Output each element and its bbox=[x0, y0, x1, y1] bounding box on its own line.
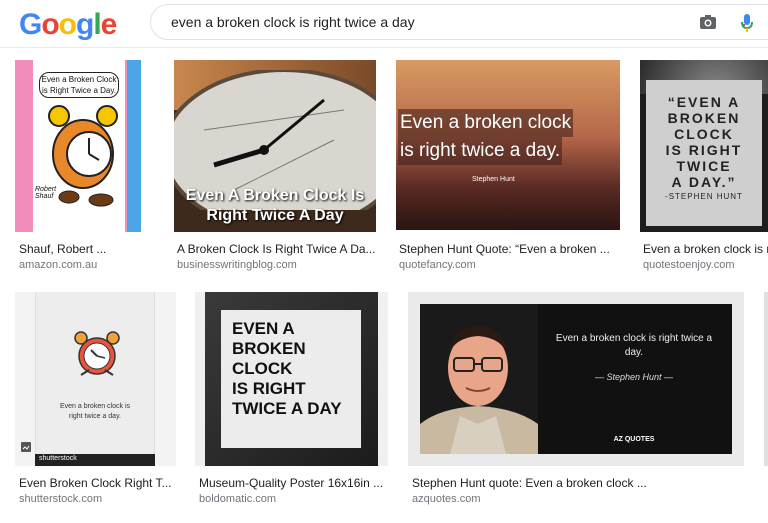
image-quote-line: EVEN A bbox=[232, 319, 295, 338]
image-quote-line: Even a broken clock is bbox=[59, 403, 131, 410]
azquotes-logo: AZ QUOTES bbox=[613, 436, 655, 443]
result-thumbnail[interactable]: Even a broken clock is right twice a day… bbox=[15, 292, 176, 466]
image-quote-line: IS RIGHT bbox=[665, 142, 743, 158]
speech-bubble: Even a Broken Clock is Right Twice a Day… bbox=[39, 72, 119, 98]
image-quote-line: right twice a day. bbox=[68, 413, 121, 420]
image-caption-text: “EVEN A BROKEN CLOCK IS RIGHT TWICE A DA… bbox=[650, 94, 758, 190]
search-box[interactable]: even a broken clock is right twice a day bbox=[150, 4, 768, 40]
result-source[interactable]: amazon.com.au bbox=[19, 259, 149, 271]
result-title[interactable]: A Broken Clock Is Right Twice A Da... bbox=[177, 242, 375, 256]
image-quote-line: Even a broken clock bbox=[398, 109, 574, 137]
result-thumbnail[interactable]: Even a broken clock is right twice a day… bbox=[408, 292, 744, 466]
result-title[interactable]: Shauf, Robert ... bbox=[19, 242, 149, 256]
result-source[interactable]: quotefancy.com bbox=[399, 259, 621, 271]
image-caption-text: Even a broken clock is right twice a day… bbox=[544, 332, 724, 360]
image-caption-text: EVEN A BROKEN CLOCK IS RIGHT TWICE A DAY bbox=[232, 319, 356, 419]
result-source[interactable]: azquotes.com bbox=[412, 493, 742, 505]
image-quote-line: TWICE A DAY bbox=[232, 399, 342, 418]
image-quote-line: is right twice a day. bbox=[398, 137, 563, 165]
result-title[interactable]: Even a broken clock is r bbox=[643, 242, 768, 256]
search-input[interactable]: even a broken clock is right twice a day bbox=[171, 14, 415, 30]
image-signature: Stephen Hunt bbox=[472, 176, 515, 183]
logo-letter: e bbox=[100, 8, 118, 41]
result-thumbnail[interactable]: Even a Broken Clock is Right Twice a Day… bbox=[15, 60, 141, 232]
image-quote-line: is Right Twice a Day. bbox=[42, 86, 116, 95]
logo-letter: l bbox=[93, 8, 101, 41]
result-source[interactable]: quotestoenjoy.com bbox=[643, 259, 768, 271]
result-title[interactable]: Stephen Hunt Quote: “Even a broken ... bbox=[399, 242, 621, 256]
result-thumbnail[interactable]: Even A Broken Clock Is Right Twice A Day bbox=[174, 60, 376, 232]
logo-letter: g bbox=[76, 8, 94, 41]
result-source[interactable]: boldomatic.com bbox=[199, 493, 389, 505]
result-title[interactable]: Museum-Quality Poster 16x16in ... bbox=[199, 476, 389, 490]
image-quote-line: CLOCK bbox=[674, 126, 734, 142]
image-quote-line: TWICE bbox=[676, 158, 732, 174]
image-caption-text: Even a broken clock is right twice a day… bbox=[398, 109, 598, 165]
image-signature: — Stephen Hunt — bbox=[594, 372, 674, 382]
image-signature: -STEPHEN HUNT bbox=[665, 192, 743, 201]
image-caption-text: Even a broken clock is right twice a day… bbox=[39, 402, 151, 422]
image-quote-line: IS RIGHT bbox=[232, 379, 306, 398]
result-source[interactable]: businesswritingblog.com bbox=[177, 259, 375, 271]
alarm-clock-icon bbox=[74, 331, 120, 376]
poster-side bbox=[127, 60, 141, 232]
image-signature: Robert Shauf bbox=[35, 186, 57, 200]
image-caption-text: Even A Broken Clock Is Right Twice A Day bbox=[174, 186, 376, 226]
image-quote-line: “EVEN A bbox=[667, 94, 741, 110]
result-thumbnail[interactable]: EVEN A BROKEN CLOCK IS RIGHT TWICE A DAY bbox=[195, 292, 388, 466]
image-quote-line: Even A Broken Clock Is bbox=[185, 187, 365, 204]
image-quote-line: day. bbox=[624, 347, 644, 358]
result-source[interactable]: shutterstock.com bbox=[19, 493, 179, 505]
image-quote-line: Even a Broken Clock bbox=[41, 75, 117, 84]
portrait-photo bbox=[420, 304, 538, 454]
image-quote-line: BROKEN bbox=[667, 110, 741, 126]
result-title[interactable]: Stephen Hunt quote: Even a broken clock … bbox=[412, 476, 742, 490]
shutterstock-logo: shutterstock bbox=[39, 455, 77, 462]
image-quote-line: Even a broken clock is right twice a bbox=[555, 333, 713, 344]
image-quote-line: A DAY.” bbox=[671, 174, 737, 190]
camera-icon[interactable] bbox=[699, 14, 717, 30]
result-title[interactable]: Even Broken Clock Right T... bbox=[19, 476, 179, 490]
image-badge-icon bbox=[21, 442, 31, 452]
logo-letter: o bbox=[41, 8, 59, 41]
image-quote-line: CLOCK bbox=[232, 359, 293, 378]
result-thumbnail[interactable]: “EVEN A BROKEN CLOCK IS RIGHT TWICE A DA… bbox=[640, 60, 768, 232]
result-thumbnail[interactable]: Even a broken clock is right twice a day… bbox=[396, 60, 620, 230]
microphone-icon[interactable] bbox=[740, 13, 754, 33]
logo-letter: G bbox=[19, 8, 42, 41]
google-logo[interactable]: Google bbox=[19, 8, 118, 42]
image-quote-line: Right Twice A Day bbox=[206, 207, 344, 224]
header: Google even a broken clock is right twic… bbox=[0, 0, 768, 48]
image-quote-line: BROKEN bbox=[232, 339, 306, 358]
logo-letter: o bbox=[58, 8, 77, 41]
partial-result-thumbnail[interactable] bbox=[764, 292, 768, 466]
